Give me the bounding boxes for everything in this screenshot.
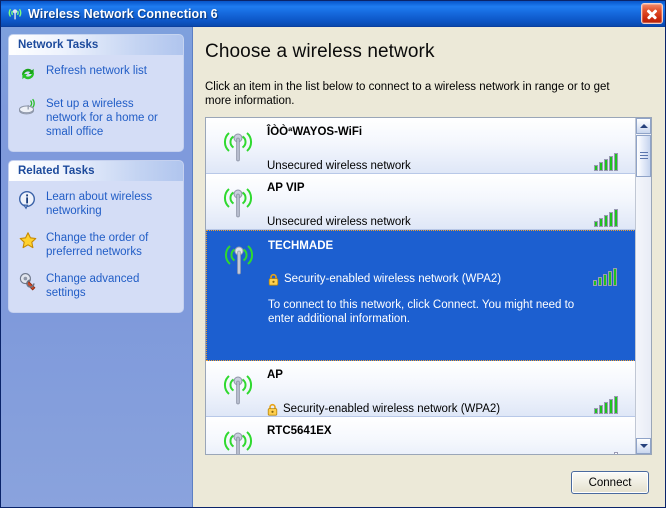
wireless-setup-icon	[18, 97, 40, 117]
network-list-item[interactable]: AP Security-enabled wireless network (WP…	[206, 361, 636, 417]
wireless-signal-icon	[218, 369, 258, 411]
signal-strength-indicator	[593, 268, 617, 286]
wireless-signal-icon	[218, 182, 258, 224]
network-item-details: TECHMADE Security-enabled wireless netwo…	[268, 239, 627, 353]
sidebar-item-set-up-wireless-network[interactable]: Set up a wireless network for a home or …	[15, 97, 177, 139]
network-security-label: Security-enabled wireless network (WPA2)	[268, 273, 627, 286]
page-title: Choose a wireless network	[205, 41, 435, 62]
signal-bar	[609, 399, 613, 414]
network-security-label: Unsecured wireless network	[267, 160, 628, 173]
signal-bar	[614, 396, 618, 414]
connect-button[interactable]: Connect	[571, 471, 649, 494]
network-item-details: ÎÒÒªWAYOS-WiFi Unsecured wireless networ…	[267, 125, 628, 172]
window-titlebar: Wireless Network Connection 6	[1, 1, 665, 27]
wireless-signal-icon	[218, 425, 258, 454]
sidebar-item-label: Refresh network list	[46, 65, 147, 77]
signal-bar	[614, 452, 618, 454]
wireless-signal-icon	[219, 239, 259, 281]
sidebar-item-label: Change the order of preferred networks	[46, 232, 149, 258]
wireless-network-window: Wireless Network Connection 6 Network Ta…	[0, 0, 666, 508]
signal-bar	[609, 212, 613, 227]
sidebar-item-learn-about-wireless-networking[interactable]: Learn about wireless networking	[15, 190, 177, 218]
window-body: Network Tasks Refresh network list Set u…	[1, 27, 665, 507]
network-security-text: Security-enabled wireless network (WPA2)	[284, 273, 502, 285]
scrollbar-thumb[interactable]	[636, 135, 651, 177]
scroll-up-icon[interactable]	[636, 118, 651, 134]
instructions-text: Click an item in the list below to conne…	[205, 81, 610, 107]
network-list-item[interactable]: RTC5641EX	[206, 417, 636, 454]
network-security-text: Unsecured wireless network	[267, 216, 411, 228]
sidebar-item-change-advanced-settings[interactable]: Change advanced settings	[15, 272, 177, 300]
network-list-item-selected[interactable]: TECHMADE Security-enabled wireless netwo…	[206, 230, 636, 361]
network-ssid: AP VIP	[267, 182, 305, 194]
network-security-label: Unsecured wireless network	[267, 216, 628, 229]
network-ssid: AP	[267, 369, 283, 381]
panel-header-related-tasks: Related Tasks	[9, 161, 183, 181]
signal-bar	[609, 156, 613, 171]
signal-bar	[594, 221, 598, 227]
network-ssid: TECHMADE	[268, 240, 334, 252]
wireless-signal-icon	[218, 126, 258, 168]
scroll-down-icon[interactable]	[636, 438, 651, 454]
signal-strength-indicator	[594, 452, 618, 454]
signal-bar	[608, 271, 612, 286]
lock-icon	[267, 403, 278, 416]
panel-network-tasks: Network Tasks Refresh network list Set u…	[9, 35, 183, 151]
wireless-signal-icon	[6, 5, 24, 23]
main-content: Choose a wireless network Click an item …	[194, 27, 665, 507]
sidebar: Network Tasks Refresh network list Set u…	[1, 27, 193, 507]
signal-bar	[598, 277, 602, 286]
panel-body-related-tasks: Learn about wireless networking Change t…	[9, 181, 183, 312]
sidebar-item-label: Set up a wireless network for a home or …	[46, 98, 158, 138]
signal-bar	[599, 162, 603, 171]
network-list-scrollbar[interactable]	[635, 118, 651, 454]
network-list-item[interactable]: AP VIP Unsecured wireless network	[206, 174, 636, 230]
signal-strength-indicator	[594, 153, 618, 171]
footer-bar: Connect	[194, 462, 665, 507]
signal-bar	[614, 209, 618, 227]
network-item-details: AP Security-enabled wireless network (WP…	[267, 368, 628, 416]
signal-bar	[599, 405, 603, 414]
panel-related-tasks: Related Tasks Learn about wireless netwo…	[9, 161, 183, 312]
signal-bar	[593, 280, 597, 286]
info-icon	[18, 190, 40, 210]
sidebar-item-change-order-preferred-networks[interactable]: Change the order of preferred networks	[15, 231, 177, 259]
network-security-label: Security-enabled wireless network (WPA2)	[267, 403, 628, 416]
signal-bar	[613, 268, 617, 286]
network-item-details: RTC5641EX	[267, 424, 628, 454]
network-connect-hint: To connect to this network, click Connec…	[268, 299, 575, 325]
scrollbar-track[interactable]	[636, 134, 651, 438]
network-security-text: Unsecured wireless network	[267, 160, 411, 172]
network-ssid: ÎÒÒªWAYOS-WiFi	[267, 126, 363, 138]
sidebar-item-refresh-network-list[interactable]: Refresh network list	[15, 64, 177, 84]
signal-bar	[604, 402, 608, 414]
network-item-details: AP VIP Unsecured wireless network	[267, 181, 628, 228]
star-icon	[18, 231, 40, 251]
signal-bar	[614, 153, 618, 171]
signal-bar	[594, 408, 598, 414]
lock-icon	[268, 273, 279, 286]
network-ssid: RTC5641EX	[267, 425, 332, 437]
sidebar-item-label: Change advanced settings	[46, 273, 140, 299]
sidebar-item-label: Learn about wireless networking	[46, 191, 153, 217]
wrench-icon	[18, 272, 40, 292]
signal-bar	[604, 215, 608, 227]
panel-body-network-tasks: Refresh network list Set up a wireless n…	[9, 55, 183, 151]
close-icon[interactable]	[641, 3, 663, 24]
network-security-text: Security-enabled wireless network (WPA2)	[283, 403, 501, 415]
signal-strength-indicator	[594, 209, 618, 227]
network-list-item[interactable]: ÎÒÒªWAYOS-WiFi Unsecured wireless networ…	[206, 118, 636, 174]
network-list[interactable]: ÎÒÒªWAYOS-WiFi Unsecured wireless networ…	[206, 118, 636, 454]
window-title: Wireless Network Connection 6	[28, 6, 218, 21]
refresh-icon	[18, 64, 40, 84]
signal-bar	[599, 218, 603, 227]
network-list-container: ÎÒÒªWAYOS-WiFi Unsecured wireless networ…	[205, 117, 652, 455]
signal-bar	[594, 165, 598, 171]
panel-header-network-tasks: Network Tasks	[9, 35, 183, 55]
signal-bar	[604, 159, 608, 171]
signal-strength-indicator	[594, 396, 618, 414]
signal-bar	[603, 274, 607, 286]
